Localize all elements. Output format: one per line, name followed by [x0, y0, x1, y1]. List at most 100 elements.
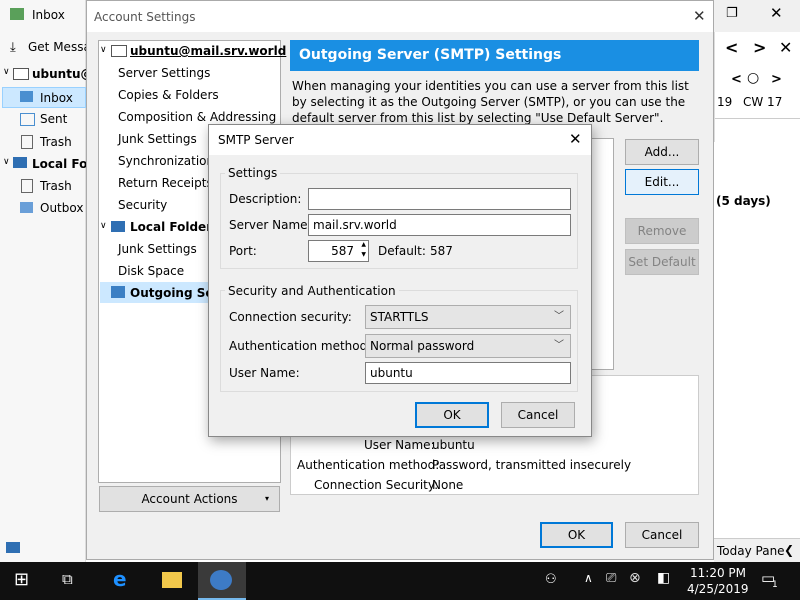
- close-icon[interactable]: ✕: [693, 7, 706, 25]
- clock-date[interactable]: 4/25/2019: [687, 582, 749, 596]
- chevron-down-icon: ﹀: [554, 311, 564, 322]
- outgoing-server-icon: [111, 286, 125, 298]
- network-icon[interactable]: ⎚: [606, 571, 616, 586]
- port-label: Port:: [229, 244, 257, 258]
- default-port-value: 587: [430, 244, 453, 258]
- smtp-dialog-titlebar: SMTP Server ✕: [209, 125, 591, 155]
- details-auth-value: Password, transmitted insecurely: [432, 458, 632, 472]
- chevron-down-icon: ∨: [100, 45, 107, 55]
- remove-button[interactable]: Remove: [625, 218, 699, 244]
- chevron-down-icon: ﹀: [554, 340, 564, 351]
- calendar-nav: < > ✕ < ○ > 19 CW 17: [714, 32, 800, 142]
- clock-time[interactable]: 11:20 PM: [690, 566, 746, 580]
- server-name-field[interactable]: [308, 214, 571, 236]
- today-pane-label[interactable]: Today Pane: [717, 544, 785, 558]
- windows-start-icon[interactable]: ⊞: [14, 569, 29, 590]
- file-explorer-icon[interactable]: [162, 572, 182, 588]
- tree-copies-folders[interactable]: Copies & Folders: [118, 88, 219, 102]
- user-name-label: User Name:: [229, 366, 300, 380]
- account-settings-cancel-button[interactable]: Cancel: [625, 522, 699, 548]
- sent-folder-icon: [20, 113, 35, 126]
- tree-server-settings[interactable]: Server Settings: [118, 66, 210, 80]
- trash-icon: [21, 179, 33, 193]
- volume-muted-icon[interactable]: ⊗: [629, 570, 641, 586]
- thunderbird-icon: [210, 570, 232, 590]
- tree-local-folders[interactable]: Local Folders: [130, 220, 219, 234]
- stepper-up-icon[interactable]: ▲: [361, 241, 366, 248]
- prev-week-icon[interactable]: <: [731, 72, 742, 87]
- tree-return-receipts[interactable]: Return Receipts: [118, 176, 213, 190]
- chevron-down-icon: ∨: [3, 157, 10, 167]
- auth-method-value: Normal password: [370, 339, 475, 353]
- tree-security[interactable]: Security: [118, 198, 167, 212]
- account-actions-button[interactable]: Account Actions ▾: [99, 486, 280, 512]
- prev-arrow-icon[interactable]: <: [725, 38, 738, 57]
- next-period-icon[interactable]: ✕: [779, 38, 792, 57]
- taskbar: ⊞ ⧉ e ⚇ ∧ ⎚ ⊗ ◧ 11:20 PM 4/25/2019 ▭ 1: [0, 562, 800, 600]
- local-folders-icon: [13, 157, 27, 168]
- inbox-icon: [10, 8, 24, 20]
- input-indicator-icon[interactable]: ◧: [657, 570, 670, 586]
- user-name-field[interactable]: [365, 362, 571, 384]
- folder-inbox[interactable]: Inbox: [40, 91, 73, 105]
- trash-icon: [21, 135, 33, 149]
- folder-trash[interactable]: Trash: [40, 135, 72, 149]
- edge-browser-icon[interactable]: e: [113, 567, 127, 591]
- notification-count: 1: [772, 580, 778, 590]
- date-number: 19: [717, 95, 733, 109]
- chevron-left-icon[interactable]: ❮: [784, 543, 794, 557]
- close-window-icon[interactable]: ✕: [770, 4, 783, 22]
- show-hidden-icons-icon[interactable]: ∧: [584, 571, 593, 585]
- close-icon[interactable]: ✕: [569, 130, 582, 148]
- task-view-icon[interactable]: ⧉: [62, 570, 73, 588]
- details-user-name-value: ubuntu: [432, 438, 475, 452]
- stepper-down-icon[interactable]: ▼: [361, 251, 366, 258]
- smtp-dialog-title: SMTP Server: [218, 133, 294, 147]
- tree-disk-space[interactable]: Disk Space: [118, 264, 184, 278]
- tree-local-junk[interactable]: Junk Settings: [118, 242, 197, 256]
- restore-icon[interactable]: ❐: [726, 6, 738, 21]
- people-icon[interactable]: ⚇: [545, 572, 557, 587]
- folder-pane: Inbox ⤓ Get Messag ∨ ubuntu@ Inbox Sent …: [0, 0, 100, 562]
- today-circle-icon[interactable]: ○: [747, 70, 759, 86]
- folder-outbox[interactable]: Outbox: [40, 201, 83, 215]
- network-status-icon: [6, 542, 20, 553]
- divider: [715, 118, 800, 119]
- smtp-cancel-button[interactable]: Cancel: [501, 402, 575, 428]
- next-arrow-icon[interactable]: >: [753, 38, 766, 57]
- smtp-description: When managing your identities you can us…: [292, 79, 689, 124]
- settings-group-title: Settings: [225, 166, 281, 180]
- conn-security-select[interactable]: STARTTLS ﹀: [365, 305, 571, 329]
- auth-method-select[interactable]: Normal password ﹀: [365, 334, 571, 358]
- folder-account[interactable]: ubuntu@: [32, 67, 93, 81]
- smtp-header-banner: Outgoing Server (SMTP) Settings: [290, 40, 699, 71]
- edit-button[interactable]: Edit...: [625, 169, 699, 195]
- dropdown-arrow-icon: ▾: [264, 494, 269, 503]
- add-button[interactable]: Add...: [625, 139, 699, 165]
- folder-local-trash[interactable]: Trash: [40, 179, 72, 193]
- next-week-icon[interactable]: >: [771, 72, 782, 87]
- account-actions-label: Account Actions: [141, 492, 238, 506]
- account-envelope-icon: [111, 45, 127, 57]
- get-messages-icon: ⤓: [10, 40, 16, 55]
- toolbar-inbox-label[interactable]: Inbox: [32, 8, 65, 22]
- events-days: (5 days): [716, 194, 771, 208]
- details-auth-label: Authentication method:: [297, 458, 440, 472]
- server-name-label: Server Name:: [229, 218, 312, 232]
- tree-junk-settings[interactable]: Junk Settings: [118, 132, 197, 146]
- conn-security-value: STARTTLS: [370, 310, 429, 324]
- tree-composition[interactable]: Composition & Addressing: [118, 110, 276, 124]
- port-stepper[interactable]: 587 ▲ ▼: [308, 240, 369, 262]
- account-settings-title: Account Settings: [94, 10, 196, 24]
- details-user-name-label: User Name:: [364, 438, 435, 452]
- tree-account[interactable]: ubuntu@mail.srv.world: [130, 44, 286, 58]
- description-field[interactable]: [308, 188, 571, 210]
- set-default-button[interactable]: Set Default: [625, 249, 699, 275]
- folder-sent[interactable]: Sent: [40, 112, 67, 126]
- thunderbird-taskbar-item[interactable]: [198, 562, 246, 600]
- details-conn-label: Connection Security:: [314, 478, 439, 492]
- inbox-folder-icon: [20, 91, 33, 102]
- account-settings-ok-button[interactable]: OK: [540, 522, 613, 548]
- smtp-ok-button[interactable]: OK: [415, 402, 489, 428]
- auth-method-label: Authentication method:: [229, 339, 372, 353]
